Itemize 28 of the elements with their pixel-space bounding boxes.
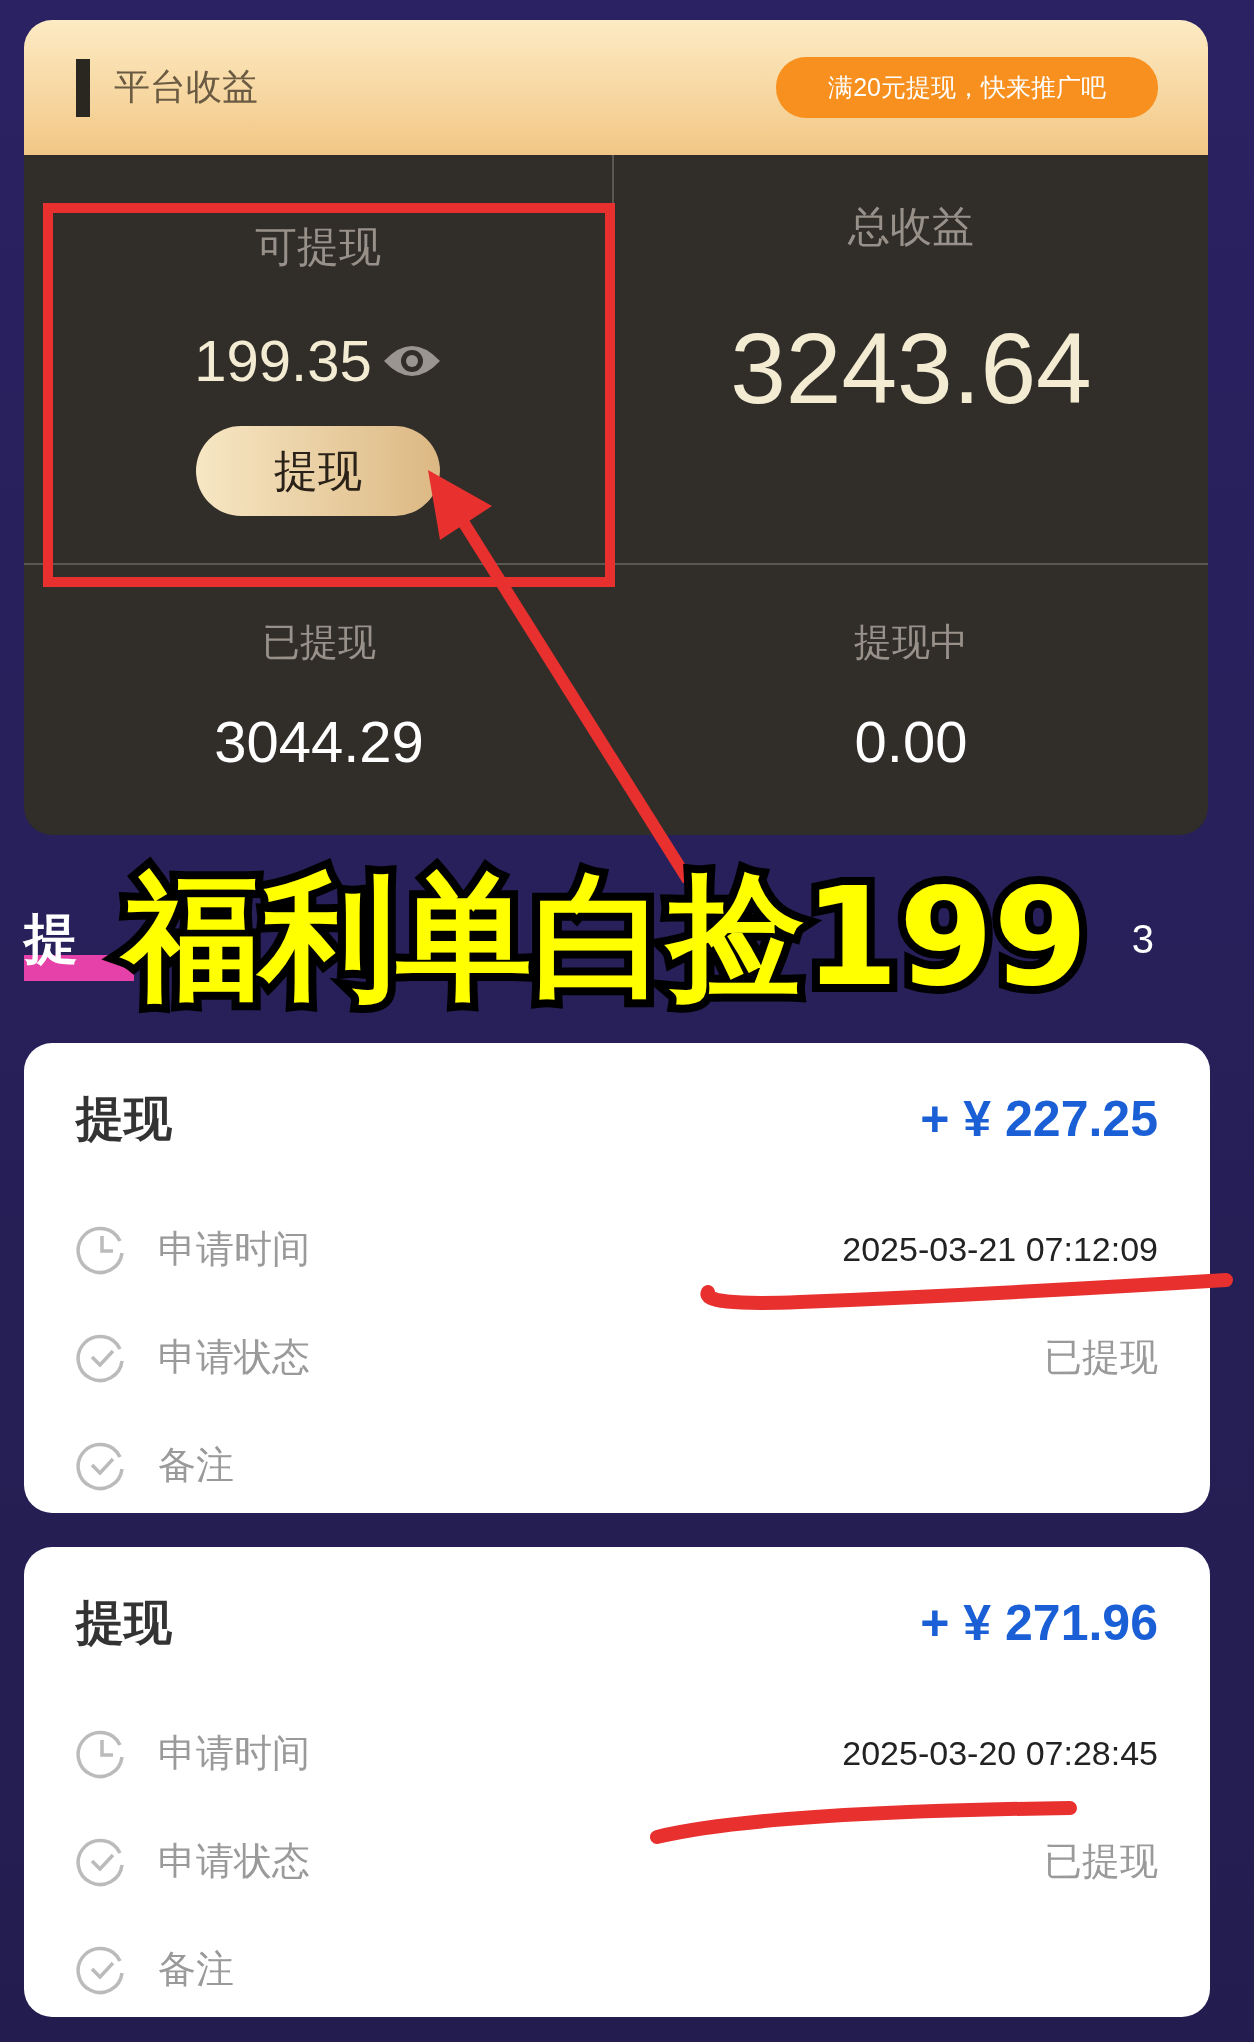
row-label: 申请状态 <box>158 1838 311 1884</box>
row-label: 申请时间 <box>158 1226 311 1272</box>
stat-value: 0.00 <box>854 708 968 775</box>
withdraw-button[interactable]: 提现 <box>196 426 440 516</box>
section-text: 3 <box>1131 916 1154 962</box>
title-bar-icon <box>76 58 90 117</box>
row-label: 申请时间 <box>158 1730 311 1776</box>
panel-title: 平台收益 <box>114 65 259 109</box>
record-amount: + ¥ 271.96 <box>920 1594 1158 1652</box>
stat-label: 可提现 <box>255 222 381 272</box>
section-title: 提 <box>24 906 78 970</box>
stat-value: 3243.64 <box>730 311 1092 426</box>
promo-badge: 满20元提现，快来推广吧 <box>776 57 1158 118</box>
row-value: 已提现 <box>1044 1838 1158 1884</box>
row-label: 备注 <box>158 1946 235 1992</box>
record-title: 提现 <box>76 1091 172 1147</box>
record-title: 提现 <box>76 1595 172 1651</box>
stat-label: 提现中 <box>854 620 968 665</box>
stat-label: 已提现 <box>262 620 376 665</box>
stat-label: 总收益 <box>848 202 974 252</box>
row-value: 已提现 <box>1044 1334 1158 1380</box>
row-value: 2025-03-20 07:28:45 <box>842 1733 1158 1773</box>
row-value: 2025-03-21 07:12:09 <box>842 1229 1158 1269</box>
row-label: 申请状态 <box>158 1334 311 1380</box>
stat-value: 3044.29 <box>214 708 424 775</box>
record-amount: + ¥ 227.25 <box>920 1090 1158 1148</box>
stat-value: 199.35 <box>194 327 372 394</box>
row-label: 备注 <box>158 1442 235 1488</box>
